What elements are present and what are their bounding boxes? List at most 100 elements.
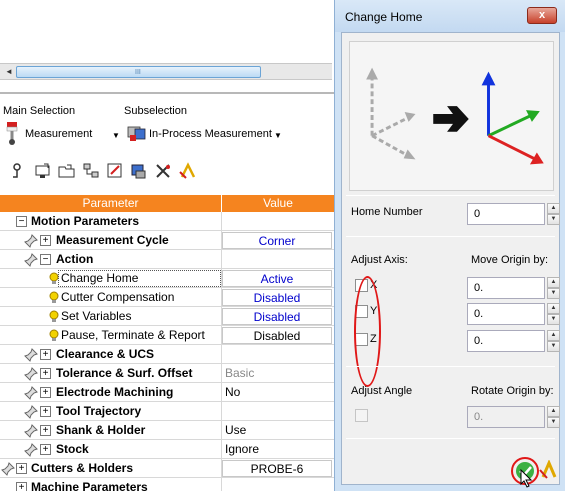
axis-x-spinner[interactable]: 0. ▲ ▼ — [467, 277, 561, 299]
close-icon: x — [538, 9, 546, 21]
tree-row-value[interactable]: Disabled — [222, 327, 332, 344]
axis-z-spinner[interactable]: 0. ▲ ▼ — [467, 330, 561, 352]
expand-icon[interactable]: + — [40, 444, 51, 455]
column-header-value[interactable]: Value — [222, 195, 334, 212]
expand-icon[interactable]: + — [40, 387, 51, 398]
spin-down-icon[interactable]: ▼ — [547, 314, 560, 325]
collapse-icon[interactable]: − — [16, 216, 27, 227]
old-axis-arrowhead — [403, 149, 416, 160]
cursor-icon — [520, 469, 533, 488]
expand-icon[interactable]: + — [40, 425, 51, 436]
expand-icon[interactable]: + — [40, 406, 51, 417]
spin-up-icon[interactable]: ▲ — [547, 330, 560, 341]
network-tool-icon[interactable] — [82, 162, 100, 180]
tree-row-value — [222, 346, 332, 363]
tree-row-value[interactable]: No — [222, 384, 332, 401]
spin-up-icon[interactable]: ▲ — [547, 277, 560, 288]
scroll-grip-icon: III — [135, 69, 141, 76]
probe-icon[interactable] — [6, 122, 18, 146]
help-icon[interactable] — [178, 162, 196, 180]
tree-row-value[interactable]: Use — [222, 422, 332, 439]
tree-row-measurement-cycle[interactable]: + Measurement Cycle Corner — [0, 231, 334, 250]
axis-z-input[interactable]: 0. — [467, 330, 545, 352]
spin-down-icon[interactable]: ▼ — [547, 288, 560, 299]
axis-y-spinner[interactable]: 0. ▲ ▼ — [467, 303, 561, 325]
axis-y-input[interactable]: 0. — [467, 303, 545, 325]
tree-row-label: Clearance & UCS — [56, 347, 155, 361]
subselection-dropdown-icon[interactable]: ▼ — [274, 131, 282, 140]
machine-tool-icon[interactable] — [130, 162, 148, 180]
tree-row-label: Measurement Cycle — [56, 233, 169, 247]
tree-row-set-variables[interactable]: Set Variables Disabled — [0, 307, 334, 326]
rotate-origin-input[interactable]: 0. — [467, 406, 545, 428]
folder-tool-icon[interactable] — [58, 162, 76, 180]
tree-row-label: Pause, Terminate & Report — [61, 328, 205, 342]
move-origin-label: Move Origin by: — [471, 254, 549, 266]
tree-row-value[interactable]: Active — [222, 270, 332, 287]
in-process-measurement-icon[interactable] — [126, 125, 148, 143]
main-selection-dropdown-icon[interactable]: ▼ — [112, 131, 120, 140]
column-header-parameter[interactable]: Parameter — [0, 195, 221, 212]
toolbar — [8, 160, 228, 182]
axes-preview-image — [349, 41, 554, 191]
adjust-angle-checkbox[interactable] — [355, 409, 368, 422]
tree-row-cutters-holders[interactable]: + Cutters & Holders PROBE-6 — [0, 459, 334, 478]
close-button[interactable]: x — [527, 7, 557, 24]
subselection-value[interactable]: In-Process Measurement — [149, 128, 272, 140]
expand-icon[interactable]: + — [16, 463, 27, 474]
main-selection-label: Main Selection — [3, 105, 76, 117]
tree-row-value[interactable]: Disabled — [222, 289, 332, 306]
tree-row-motion-parameters[interactable]: − Motion Parameters — [0, 212, 334, 231]
expand-icon[interactable]: + — [40, 368, 51, 379]
expand-icon[interactable]: + — [16, 482, 27, 491]
separator — [0, 92, 334, 94]
help-icon[interactable] — [538, 460, 558, 480]
spin-up-icon[interactable]: ▲ — [547, 203, 560, 214]
tree-row-cutter-compensation[interactable]: Cutter Compensation Disabled — [0, 288, 334, 307]
monitor-tool-icon[interactable] — [34, 162, 52, 180]
left-panel: ◄ III Main Selection Subselection Measur… — [0, 0, 334, 491]
tree-row-value: Basic — [225, 366, 255, 380]
pin-icon — [24, 234, 38, 248]
horizontal-scrollbar[interactable]: ◄ III — [0, 63, 332, 80]
tree-row-stock[interactable]: + Stock Ignore — [0, 440, 334, 459]
scroll-left-icon[interactable]: ◄ — [2, 65, 16, 79]
tree-row-shank-holder[interactable]: + Shank & Holder Use — [0, 421, 334, 440]
old-axis-arrowhead — [366, 67, 378, 80]
tree-row-value[interactable]: Ignore — [222, 441, 332, 458]
tree-row-value[interactable]: Corner — [222, 232, 332, 249]
tree-row-change-home[interactable]: Change Home Active — [0, 269, 334, 288]
tree-row-label: Cutters & Holders — [31, 461, 134, 475]
tree-row-tolerance-surf-offset[interactable]: + Tolerance & Surf. Offset Basic — [0, 364, 334, 383]
main-selection-value[interactable]: Measurement — [25, 128, 92, 140]
home-number-input[interactable]: 0 — [467, 203, 545, 225]
spin-down-icon[interactable]: ▼ — [547, 417, 560, 428]
pin-icon — [24, 253, 38, 267]
pin-icon — [24, 348, 38, 362]
tree-row-value[interactable]: PROBE-6 — [222, 460, 332, 477]
home-number-spinner[interactable]: 0 ▲ ▼ — [467, 203, 561, 225]
tree-row-electrode-machining[interactable]: + Electrode Machining No — [0, 383, 334, 402]
collapse-icon[interactable]: − — [40, 254, 51, 265]
expand-icon[interactable]: + — [40, 349, 51, 360]
tree-row-pause-terminate-report[interactable]: Pause, Terminate & Report Disabled — [0, 326, 334, 345]
dialog-titlebar[interactable]: Change Home x — [335, 0, 565, 32]
hook-tool-icon[interactable] — [8, 162, 26, 180]
spin-down-icon[interactable]: ▼ — [547, 214, 560, 225]
tools-tool-icon[interactable] — [154, 162, 172, 180]
scroll-thumb[interactable]: III — [16, 66, 261, 78]
tree-row-value[interactable]: Disabled — [222, 308, 332, 325]
expand-icon[interactable]: + — [40, 235, 51, 246]
tree-row-action[interactable]: − Action — [0, 250, 334, 269]
edit-tool-icon[interactable] — [106, 162, 124, 180]
spin-up-icon[interactable]: ▲ — [547, 406, 560, 417]
tree-row-label: Set Variables — [61, 309, 132, 323]
tree-row-machine-parameters[interactable]: + Machine Parameters — [0, 478, 334, 491]
tree-row-tool-trajectory[interactable]: + Tool Trajectory — [0, 402, 334, 421]
tree-row-label: Cutter Compensation — [61, 290, 175, 304]
spin-down-icon[interactable]: ▼ — [547, 341, 560, 352]
spin-up-icon[interactable]: ▲ — [547, 303, 560, 314]
tree-row-clearance-ucs[interactable]: + Clearance & UCS — [0, 345, 334, 364]
axis-x-input[interactable]: 0. — [467, 277, 545, 299]
rotate-origin-spinner[interactable]: 0. ▲ ▼ — [467, 406, 561, 428]
